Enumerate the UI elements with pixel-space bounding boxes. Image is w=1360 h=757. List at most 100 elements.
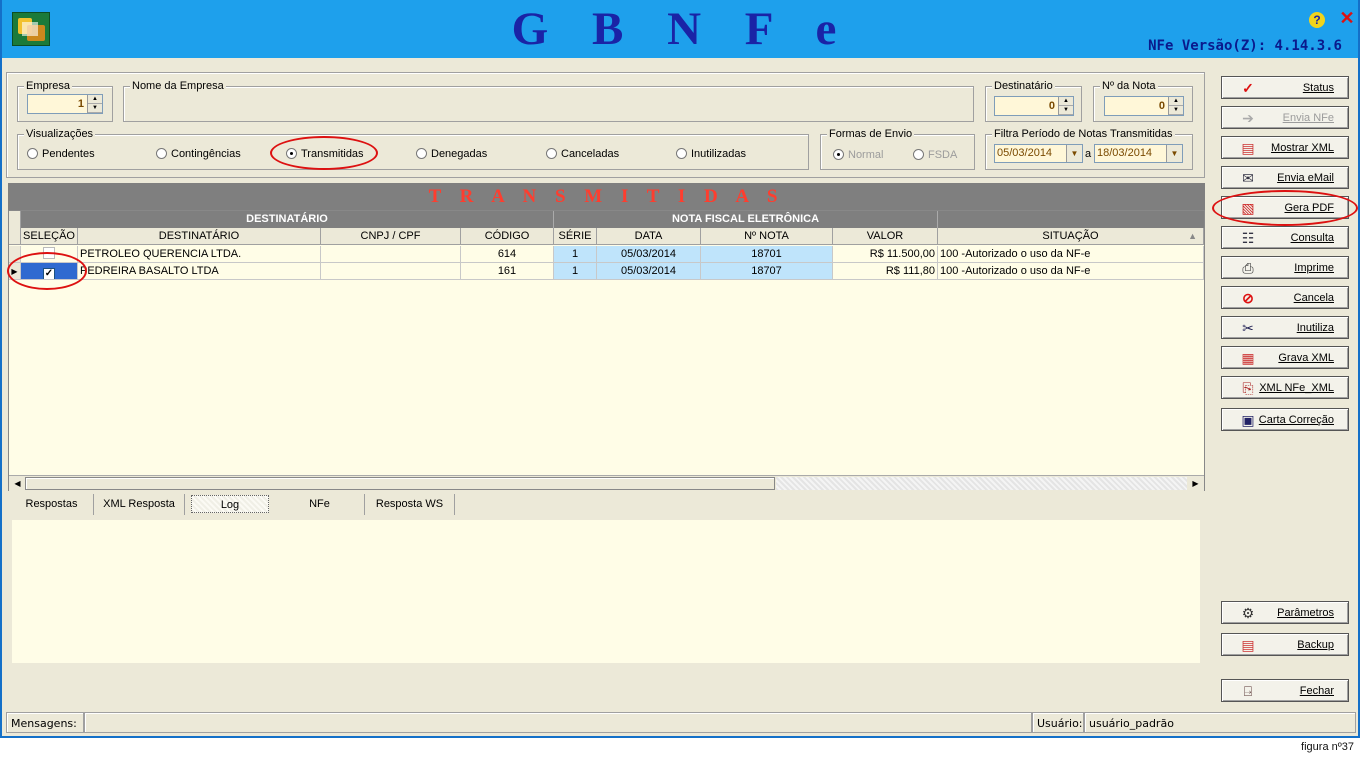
empresa-spinner[interactable]: 1 ▲ ▼ bbox=[27, 94, 103, 114]
cell-valor: R$ 111,80 bbox=[833, 263, 938, 280]
radio-fsda[interactable]: FSDA bbox=[913, 148, 957, 162]
correction-letter-icon: ▣ bbox=[1241, 412, 1255, 428]
close-icon[interactable]: ✕ bbox=[1338, 9, 1356, 27]
formas-envio-legend: Formas de Envio bbox=[827, 128, 915, 140]
scrollbar-thumb[interactable] bbox=[25, 477, 775, 490]
dropdown-arrow-icon[interactable]: ▼ bbox=[1066, 145, 1082, 162]
cell-nota: 18707 bbox=[701, 263, 833, 280]
cell-serie: 1 bbox=[554, 263, 597, 280]
dropdown-arrow-icon[interactable]: ▼ bbox=[1166, 145, 1182, 162]
show-xml-icon: ▤ bbox=[1241, 140, 1255, 156]
backup-button[interactable]: ▤ Backup bbox=[1221, 633, 1349, 656]
carta-correcao-button[interactable]: ▣ Carta Correção bbox=[1221, 408, 1349, 431]
grava-xml-button[interactable]: ▦ Grava XML bbox=[1221, 346, 1349, 369]
visualizacoes-legend: Visualizações bbox=[24, 128, 96, 140]
printer-icon: ⎙ bbox=[1242, 260, 1254, 276]
col-header-data[interactable]: DATA bbox=[597, 228, 701, 245]
cancela-button[interactable]: ⊘ Cancela bbox=[1221, 286, 1349, 309]
cell-cnpj bbox=[321, 263, 461, 280]
inutiliza-button[interactable]: ✂ Inutiliza bbox=[1221, 316, 1349, 339]
scissors-icon: ✂ bbox=[1242, 320, 1254, 336]
col-header-serie[interactable]: SÉRIE bbox=[554, 228, 597, 245]
tab-respostas[interactable]: Respostas bbox=[10, 494, 94, 515]
radio-pendentes[interactable]: Pendentes bbox=[27, 147, 95, 161]
checkmark-icon: ✓ bbox=[1242, 80, 1254, 96]
group-header-nfe: NOTA FISCAL ELETRÔNICA bbox=[554, 211, 938, 228]
col-header-valor[interactable]: VALOR bbox=[833, 228, 938, 245]
cell-data: 05/03/2014 bbox=[597, 263, 701, 280]
horizontal-scrollbar[interactable]: ◀ ▶ bbox=[9, 475, 1204, 491]
fechar-button[interactable]: ⍈ Fechar bbox=[1221, 679, 1349, 702]
log-panel[interactable] bbox=[12, 520, 1200, 663]
save-xml-icon: ▦ bbox=[1241, 350, 1255, 366]
col-header-destinatario[interactable]: DESTINATÁRIO bbox=[78, 228, 321, 245]
date-from-picker[interactable]: 05/03/2014 ▼ bbox=[994, 144, 1083, 163]
title-bar: G B N F e ? ✕ NFe Versão(Z): 4.14.3.6 bbox=[2, 0, 1358, 58]
spin-down-icon[interactable]: ▼ bbox=[1059, 106, 1073, 115]
radio-denegadas[interactable]: Denegadas bbox=[416, 147, 487, 161]
empresa-legend: Empresa bbox=[24, 80, 73, 92]
radio-inutilizadas[interactable]: Inutilizadas bbox=[676, 147, 746, 161]
radio-contingencias[interactable]: Contingências bbox=[156, 147, 241, 161]
usuario-value: usuário_padrão bbox=[1084, 712, 1356, 733]
date-separator: a bbox=[1085, 148, 1092, 160]
tab-xml-resposta[interactable]: XML Resposta bbox=[94, 494, 185, 515]
spin-down-icon[interactable]: ▼ bbox=[88, 104, 102, 113]
usuario-label: Usuário: bbox=[1032, 712, 1084, 733]
gera-pdf-button[interactable]: ▧ Gera PDF bbox=[1221, 196, 1349, 219]
cell-data: 05/03/2014 bbox=[597, 246, 701, 263]
nr-nota-spinner[interactable]: 0 ▲ ▼ bbox=[1104, 96, 1184, 116]
col-header-codigo[interactable]: CÓDIGO bbox=[461, 228, 554, 245]
filtro-periodo-group: Filtra Período de Notas Transmitidas 05/… bbox=[985, 128, 1193, 170]
envia-email-button[interactable]: ✉ Envia eMail bbox=[1221, 166, 1349, 189]
destinatario-group: Destinatário 0 ▲ ▼ bbox=[985, 80, 1082, 122]
group-header-destinatario: DESTINATÁRIO bbox=[21, 211, 554, 228]
email-icon: ✉ bbox=[1242, 170, 1254, 186]
row-select-checkbox[interactable] bbox=[43, 247, 55, 259]
spin-up-icon[interactable]: ▲ bbox=[1059, 97, 1073, 106]
cancel-icon: ⊘ bbox=[1242, 290, 1254, 306]
spin-up-icon[interactable]: ▲ bbox=[88, 95, 102, 104]
date-to-picker[interactable]: 18/03/2014 ▼ bbox=[1094, 144, 1183, 163]
nr-nota-group: Nº da Nota 0 ▲ ▼ bbox=[1093, 80, 1193, 122]
radio-transmitidas[interactable]: Transmitidas bbox=[286, 147, 364, 161]
mostrar-xml-button[interactable]: ▤ Mostrar XML bbox=[1221, 136, 1349, 159]
main-window: G B N F e ? ✕ NFe Versão(Z): 4.14.3.6 Em… bbox=[0, 0, 1360, 738]
destinatario-spinner[interactable]: 0 ▲ ▼ bbox=[994, 96, 1074, 116]
row-select-checkbox[interactable]: ✓ bbox=[43, 268, 55, 279]
cell-destinatario: PETROLEO QUERENCIA LTDA. bbox=[78, 246, 321, 263]
radio-normal[interactable]: Normal bbox=[833, 148, 883, 162]
xml-nfe-button[interactable]: ⎘ XML NFe_XML bbox=[1221, 376, 1349, 399]
mensagens-label: Mensagens: bbox=[6, 712, 84, 733]
scroll-right-icon[interactable]: ▶ bbox=[1188, 477, 1203, 490]
cell-serie: 1 bbox=[554, 246, 597, 263]
notes-grid: DESTINATÁRIO NOTA FISCAL ELETRÔNICA SELE… bbox=[8, 210, 1205, 491]
col-header-nota[interactable]: Nº NOTA bbox=[701, 228, 833, 245]
col-header-situacao[interactable]: SITUAÇÃO ▲ bbox=[938, 228, 1204, 245]
imprime-button[interactable]: ⎙ Imprime bbox=[1221, 256, 1349, 279]
envia-nfe-button[interactable]: ➔ Envia NFe bbox=[1221, 106, 1349, 129]
destinatario-value: 0 bbox=[1048, 100, 1055, 112]
tab-nfe[interactable]: NFe bbox=[275, 494, 365, 515]
cell-codigo: 161 bbox=[461, 263, 554, 280]
date-to-value: 18/03/2014 bbox=[1097, 147, 1153, 159]
parametros-button[interactable]: ⚙ Parâmetros bbox=[1221, 601, 1349, 624]
section-banner: T R A N S M I T I D A S bbox=[8, 183, 1205, 210]
scroll-left-icon[interactable]: ◀ bbox=[10, 477, 25, 490]
tab-resposta-ws[interactable]: Resposta WS bbox=[365, 494, 455, 515]
tab-log[interactable]: Log bbox=[191, 495, 269, 513]
spin-up-icon[interactable]: ▲ bbox=[1169, 97, 1183, 106]
status-button[interactable]: ✓ Status bbox=[1221, 76, 1349, 99]
spin-down-icon[interactable]: ▼ bbox=[1169, 106, 1183, 115]
pdf-icon: ▧ bbox=[1241, 200, 1255, 216]
col-header-cnpj[interactable]: CNPJ / CPF bbox=[321, 228, 461, 245]
help-icon[interactable]: ? bbox=[1309, 12, 1325, 28]
figure-caption: figura nº37 bbox=[1301, 741, 1354, 753]
visualizacoes-group: Visualizações Pendentes Contingências Tr… bbox=[17, 128, 809, 170]
send-document-icon: ➔ bbox=[1242, 110, 1254, 126]
radio-canceladas[interactable]: Canceladas bbox=[546, 147, 619, 161]
col-header-selecao[interactable]: SELEÇÃO bbox=[21, 228, 78, 245]
nome-empresa-legend: Nome da Empresa bbox=[130, 80, 226, 92]
consulta-button[interactable]: ☷ Consulta bbox=[1221, 226, 1349, 249]
empresa-value: 1 bbox=[77, 98, 84, 110]
